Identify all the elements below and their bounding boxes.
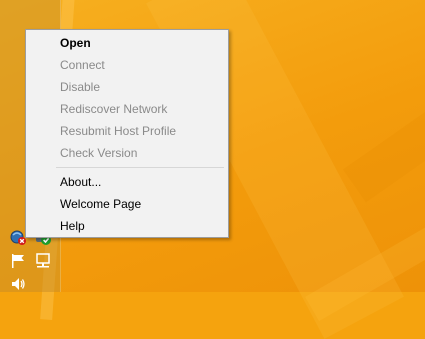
tray-row — [0, 274, 60, 296]
menu-item-disable: Disable — [60, 80, 101, 94]
tray-row — [0, 250, 60, 272]
network-monitor-icon[interactable] — [35, 253, 51, 269]
menu-item-welcome-page[interactable]: Welcome Page — [28, 193, 226, 215]
menu-item-resubmit-host-profile: Resubmit Host Profile — [60, 124, 177, 138]
menu-separator — [56, 167, 224, 168]
tray-context-menu: Open Connect Disable Rediscover Network … — [25, 29, 229, 238]
menu-item-open[interactable]: Open — [28, 32, 226, 54]
speaker-icon[interactable] — [10, 276, 26, 292]
network-agent-error-icon[interactable] — [10, 229, 26, 245]
menu-item-about[interactable]: About... — [28, 171, 226, 193]
menu-item-help[interactable]: Help — [28, 215, 226, 237]
menu-item-connect: Connect — [60, 58, 105, 72]
flag-icon[interactable] — [10, 253, 26, 269]
wallpaper-stroke — [342, 77, 425, 203]
menu-item-rediscover-network: Rediscover Network — [60, 102, 168, 116]
menu-item-check-version: Check Version — [60, 146, 138, 160]
